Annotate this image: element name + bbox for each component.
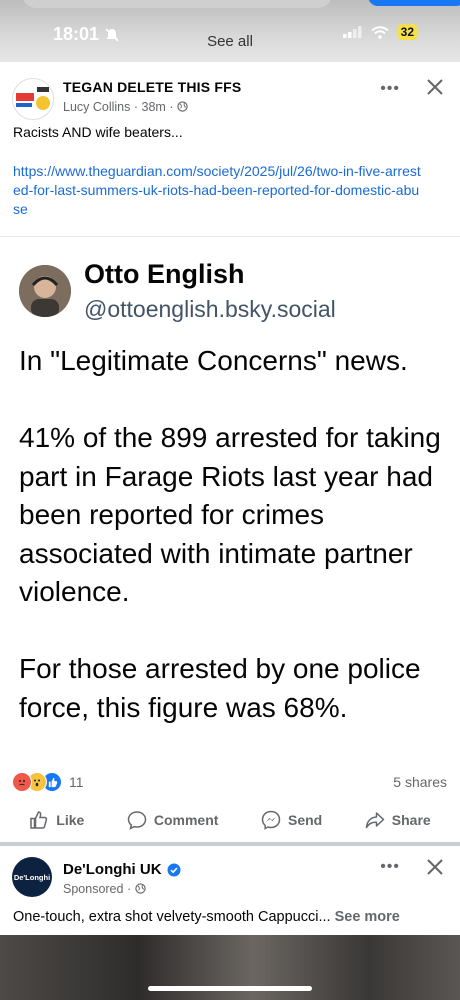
group-title[interactable]: TEGAN DELETE THIS FFS [63, 79, 241, 95]
embedded-paragraph: For those arrested by one police force, … [19, 653, 421, 723]
author-name[interactable]: Lucy Collins [63, 100, 130, 114]
close-icon[interactable] [424, 76, 446, 98]
meta-separator: · [126, 882, 135, 896]
feed-divider [0, 842, 460, 846]
share-label: Share [391, 812, 431, 828]
notification-banner-edge [22, 0, 332, 8]
embedded-paragraph: In "Legitimate Concerns" news. [19, 345, 408, 376]
messenger-icon [261, 810, 281, 830]
reaction-count: 11 [69, 774, 84, 790]
globe-icon [177, 101, 188, 112]
wifi-icon [371, 25, 389, 39]
ad-more-options-icon[interactable]: ••• [380, 858, 400, 876]
share-count[interactable]: 5 shares [393, 774, 447, 790]
comment-button[interactable]: Comment [127, 810, 219, 830]
post-header: TEGAN DELETE THIS FFS Lucy Collins · 38m… [0, 66, 460, 126]
ad-text: One-touch, extra shot velvety-smooth Cap… [13, 909, 400, 925]
profile-name: Otto English [84, 259, 245, 289]
reactions-summary[interactable]: 11 [12, 772, 84, 792]
see-more-link[interactable]: See more [335, 909, 400, 925]
group-avatar-image [13, 79, 53, 119]
embedded-post-body: In "Legitimate Concerns" news. 41% of th… [19, 342, 449, 766]
profile-avatar [19, 265, 71, 317]
action-bar: Like Comment Send Share [0, 800, 460, 840]
verified-badge-icon [167, 863, 181, 876]
like-button[interactable]: Like [29, 810, 84, 830]
comment-label: Comment [153, 812, 219, 828]
ad-body: One-touch, extra shot velvety-smooth Cap… [13, 909, 331, 925]
meta-separator: · [133, 100, 142, 114]
send-label: Send [287, 812, 323, 828]
signal-icon [342, 26, 362, 38]
status-bar: 18:01 See all 32 [0, 0, 460, 62]
profile-photo [19, 265, 71, 317]
post-text: Racists AND wife beaters... [13, 124, 183, 140]
divider [0, 236, 460, 237]
embedded-paragraph: 41% of the 899 arrested for taking part … [19, 422, 441, 607]
article-link[interactable]: https://www.theguardian.com/society/2025… [13, 162, 423, 219]
globe-icon [134, 883, 146, 894]
post-meta: Lucy Collins · 38m · [63, 100, 188, 114]
advertiser-logo[interactable]: De'Longhi [12, 857, 52, 897]
angry-reaction-icon [12, 772, 32, 792]
profile-handle: @ottoenglish.bsky.social [84, 296, 336, 322]
post-time[interactable]: 38m [142, 100, 166, 114]
ad-close-icon[interactable] [424, 856, 446, 878]
home-indicator[interactable] [148, 986, 312, 991]
thumbs-up-icon [30, 811, 48, 829]
sponsored-label[interactable]: Sponsored [63, 882, 123, 896]
advertiser-title: De'Longhi UK [63, 861, 181, 878]
notification-banner-edge-right [368, 0, 460, 6]
send-button[interactable]: Send [261, 810, 322, 830]
share-button[interactable]: Share [365, 810, 431, 830]
more-options-icon[interactable]: ••• [380, 80, 400, 98]
comment-icon [127, 811, 147, 830]
share-icon [365, 812, 385, 829]
status-icons: 32 [342, 24, 418, 40]
sponsored-meta: Sponsored · [63, 882, 146, 896]
like-label: Like [56, 812, 85, 828]
advertiser-name[interactable]: De'Longhi UK [63, 861, 162, 878]
battery-indicator: 32 [396, 24, 418, 40]
group-avatar[interactable] [12, 78, 54, 120]
meta-separator: · [169, 100, 177, 114]
